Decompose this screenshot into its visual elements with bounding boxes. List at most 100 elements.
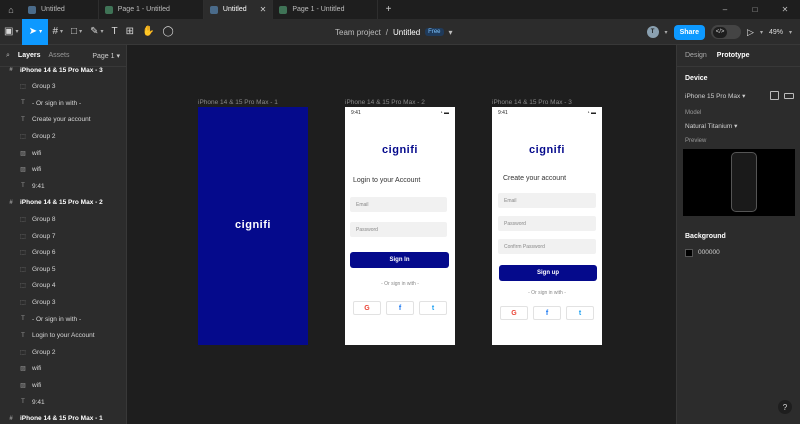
or-sign-in-text: - Or sign in with - (528, 290, 566, 296)
twitter-button[interactable]: t (419, 301, 447, 315)
email-field[interactable]: Email (350, 197, 447, 212)
twitter-button[interactable]: t (566, 306, 594, 320)
sign-up-button[interactable]: Sign up (499, 265, 597, 281)
present-icon[interactable]: ▷ (747, 27, 754, 38)
home-icon[interactable]: ⌂ (0, 0, 22, 19)
comment-tool-icon[interactable]: ◯ (158, 19, 177, 45)
tab-prototype[interactable]: Prototype (717, 52, 750, 59)
help-button[interactable]: ? (778, 400, 792, 414)
share-button[interactable]: Share (673, 24, 706, 40)
tab-label: Page 1 - Untitled (292, 6, 345, 13)
layer-item[interactable]: ▨ wifi (0, 147, 126, 159)
confirm-password-field[interactable]: Confirm Password (498, 239, 596, 254)
file-name[interactable]: Untitled (393, 28, 420, 37)
close-window-icon[interactable]: ✕ (770, 5, 800, 14)
group-layer-icon: ⬚ (20, 84, 26, 91)
maximize-icon[interactable]: □ (740, 5, 770, 14)
layer-frame[interactable]: # iPhone 14 & 15 Pro Max - 1 (0, 413, 126, 424)
password-field[interactable]: Password (350, 222, 447, 237)
model-select[interactable]: Natural Titanium ▾ (685, 122, 737, 130)
pen-tool-icon[interactable]: ✎ ▾ (86, 19, 107, 45)
layer-item[interactable]: T Login to your Account (0, 330, 126, 342)
layer-item[interactable]: ⬚ Group 2 (0, 346, 126, 358)
layer-item[interactable]: ⬚ Group 3 (0, 296, 126, 308)
google-button[interactable]: G (353, 301, 381, 315)
frame-splash[interactable]: cignifi (198, 107, 308, 345)
layer-item[interactable]: ▨ wifi (0, 164, 126, 176)
layer-item[interactable]: T - Or sign in with - (0, 97, 126, 109)
frame-label-2[interactable]: iPhone 14 & 15 Pro Max - 2 (345, 99, 425, 106)
frame-label-3[interactable]: iPhone 14 & 15 Pro Max - 3 (492, 99, 572, 106)
layer-item[interactable]: ⬚ Group 6 (0, 247, 126, 259)
project-name[interactable]: Team project (335, 28, 381, 37)
shape-tool-icon[interactable]: □ ▾ (67, 19, 86, 45)
close-tab-icon[interactable]: ✕ (260, 5, 267, 14)
frame-signup[interactable]: 9:41 ◔ ▬ cignifi Create your account Ema… (492, 107, 602, 345)
layer-frame[interactable]: # iPhone 14 & 15 Pro Max - 3 (0, 67, 126, 76)
document-title[interactable]: Team project / Untitled Free ▾ (335, 19, 453, 45)
resources-icon[interactable]: ⊞ (122, 19, 138, 45)
email-field[interactable]: Email (498, 193, 596, 208)
move-tool-icon[interactable]: ➤ ▾ (22, 18, 49, 45)
main-menu-icon[interactable]: ▣ ▾ (0, 19, 22, 45)
background-value[interactable]: 000000 (698, 249, 720, 256)
layer-item[interactable]: ⬚ Group 7 (0, 230, 126, 242)
layer-item[interactable]: T 9:41 (0, 180, 126, 192)
layer-label: iPhone 14 & 15 Pro Max - 1 (20, 415, 103, 423)
tab-assets[interactable]: Assets (49, 52, 70, 59)
tab-3[interactable]: Page 1 - Untitled (273, 0, 379, 19)
facebook-button[interactable]: f (533, 306, 561, 320)
chevron-down-icon[interactable]: ▾ (449, 28, 453, 37)
frame-tool-icon[interactable]: # ▾ (48, 19, 67, 45)
canvas[interactable]: iPhone 14 & 15 Pro Max - 1 iPhone 14 & 1… (127, 45, 676, 424)
frame-login[interactable]: 9:41 ◔ ▬ cignifi Login to your Account E… (345, 107, 455, 345)
layer-frame[interactable]: # iPhone 14 & 15 Pro Max - 2 (0, 197, 126, 209)
new-tab-icon[interactable]: + (378, 4, 398, 15)
search-icon[interactable]: ⌕ (6, 52, 10, 60)
layer-label: 9:41 (32, 182, 45, 190)
tab-1[interactable]: Page 1 - Untitled (99, 0, 204, 19)
google-button[interactable]: G (500, 306, 528, 320)
chevron-down-icon[interactable]: ▾ (760, 29, 763, 36)
minimize-icon[interactable]: – (710, 5, 740, 14)
text-layer-icon: T (21, 183, 25, 190)
text-layer-icon: T (21, 332, 25, 339)
dev-mode-toggle[interactable]: </> (711, 25, 742, 39)
portrait-icon[interactable] (770, 91, 779, 100)
layer-item[interactable]: ⬚ Group 2 (0, 130, 126, 142)
layer-item[interactable]: ▨ wifi (0, 379, 126, 391)
avatar[interactable]: T (646, 26, 659, 38)
frame-label-1[interactable]: iPhone 14 & 15 Pro Max - 1 (198, 99, 278, 106)
model-label: Model (685, 110, 702, 116)
layer-item[interactable]: ⬚ Group 8 (0, 213, 126, 225)
tab-design[interactable]: Design (685, 52, 707, 59)
chevron-down-icon[interactable]: ▾ (665, 29, 668, 36)
tab-2[interactable]: Untitled ✕ (203, 0, 274, 19)
hand-tool-icon[interactable]: ✋ (138, 19, 158, 45)
sign-in-button[interactable]: Sign In (350, 252, 449, 268)
layer-item[interactable]: ⬚ Group 4 (0, 280, 126, 292)
tab-0[interactable]: Untitled (22, 0, 99, 19)
device-select[interactable]: iPhone 15 Pro Max ▾ (685, 92, 745, 100)
layer-item[interactable]: T - Or sign in with - (0, 313, 126, 325)
layer-item[interactable]: ⬚ Group 3 (0, 81, 126, 93)
chevron-down-icon[interactable]: ▾ (789, 29, 792, 36)
text-layer-icon: T (21, 116, 25, 123)
facebook-button[interactable]: f (386, 301, 414, 315)
plan-badge: Free (425, 28, 444, 36)
brand-logo: cignifi (235, 219, 271, 231)
tab-label: Page 1 - Untitled (117, 6, 170, 13)
layer-label: 9:41 (32, 398, 45, 406)
layer-item[interactable]: ▨ wifi (0, 363, 126, 375)
text-tool-icon[interactable]: T (108, 19, 122, 45)
layer-item[interactable]: T 9:41 (0, 396, 126, 408)
password-field[interactable]: Password (498, 216, 596, 231)
tab-layers[interactable]: Layers (18, 52, 41, 59)
layer-item[interactable]: T Create your account (0, 114, 126, 126)
layer-item[interactable]: ⬚ Group 5 (0, 263, 126, 275)
zoom-level[interactable]: 49% (769, 29, 783, 36)
background-swatch[interactable] (685, 249, 693, 257)
landscape-icon[interactable] (784, 93, 794, 99)
page-selector[interactable]: Page 1 ▾ (92, 52, 120, 60)
layer-label: - Or sign in with - (32, 99, 82, 107)
